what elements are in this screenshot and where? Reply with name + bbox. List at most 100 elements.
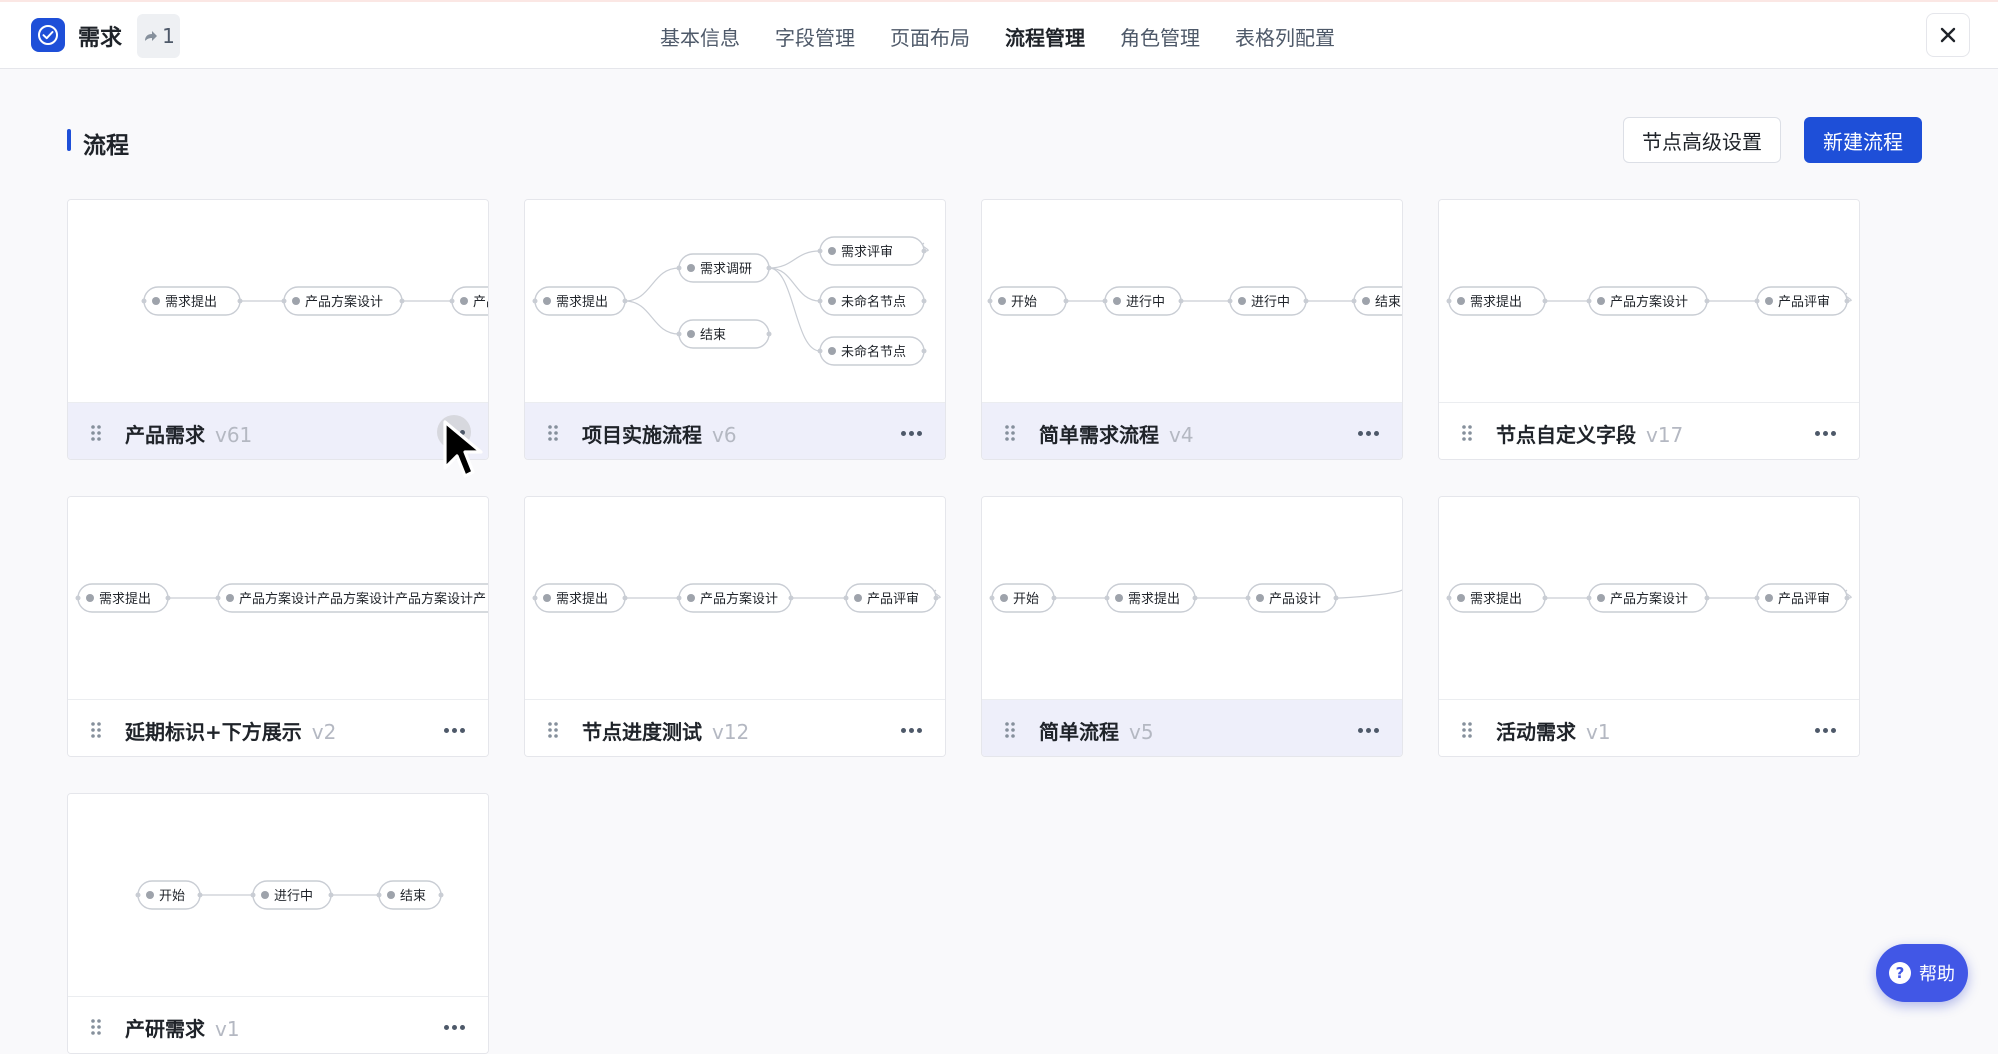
card-title: 简单需求流程 v4 — [1039, 419, 1194, 448]
drag-handle-icon[interactable] — [1004, 424, 1016, 446]
process-card[interactable]: 需求提出 产品方案设计 产品评审 活动需求 v1 — [1438, 496, 1860, 757]
more-options-icon[interactable] — [1351, 420, 1385, 446]
drag-handle-icon[interactable] — [1004, 721, 1016, 743]
flow-node: 需求提出 — [1446, 286, 1548, 316]
flow-node-port — [843, 595, 849, 601]
card-title: 简单流程 v5 — [1039, 716, 1154, 745]
flow-node-port — [1542, 595, 1548, 601]
more-options-icon[interactable] — [894, 717, 928, 743]
more-options-icon[interactable] — [1808, 717, 1842, 743]
flow-node-dot — [226, 594, 234, 602]
process-card[interactable]: 需求提出 产品方案设计 产品评审 节点进度测试 v12 — [524, 496, 946, 757]
process-card[interactable]: 需求提出 产品方案设计 产品评审节点自定义字段 v17 — [1438, 199, 1860, 460]
flow-preview: 需求提出 需求调研 结束 需求评审 未命名节点 未命名节点 — [525, 200, 945, 402]
flow-node-label: 结束 — [700, 328, 726, 343]
flow-node-label: 结束 — [1375, 295, 1401, 310]
tab-table-column-config[interactable]: 表格列配置 — [1235, 22, 1335, 51]
card-title: 项目实施流程 v6 — [582, 419, 737, 448]
flow-node-port — [921, 248, 927, 254]
flow-node: 产品方案设计 — [1586, 286, 1710, 316]
flow-node-dot — [152, 297, 160, 305]
more-options-icon[interactable] — [437, 1014, 471, 1040]
more-options-icon[interactable] — [437, 717, 471, 743]
process-card[interactable]: 需求提出 产品方案设计产品方案设计产品方案设计产延期标识+下方展示 v2 — [67, 496, 489, 757]
flow-node-dot — [1362, 297, 1370, 305]
process-name: 产研需求 — [125, 1017, 205, 1041]
flow-node-dot — [998, 297, 1006, 305]
process-card[interactable]: 需求提出 需求调研 结束 需求评审 未命名节点 未命名节点项目实施流程 v6 — [524, 199, 946, 460]
tab-page-layout[interactable]: 页面布局 — [890, 22, 970, 51]
flow-node-port — [449, 298, 455, 304]
flow-node-label: 产品方案设计 — [1610, 591, 1688, 607]
flow-diagram: 需求提出 产品方案设计产品方案设计产品方案设计产 — [75, 583, 488, 613]
flow-node-dot — [1457, 297, 1465, 305]
card-footer: 产品需求 v61 — [68, 402, 488, 459]
tab-field-management[interactable]: 字段管理 — [775, 22, 855, 51]
drag-handle-icon[interactable] — [1461, 424, 1473, 446]
flow-node-port — [438, 892, 444, 898]
flow-node-dot — [1765, 297, 1773, 305]
mouse-cursor-icon — [443, 420, 483, 478]
tab-basic-info[interactable]: 基本信息 — [660, 22, 740, 51]
share-badge[interactable]: 1 — [137, 14, 180, 58]
process-card[interactable]: 开始 进行中 结束 产研需求 v1 — [67, 793, 489, 1054]
process-name: 简单流程 — [1039, 720, 1119, 744]
tab-process-management[interactable]: 流程管理 — [1005, 22, 1085, 51]
flow-node-port — [1351, 298, 1357, 304]
flow-node-label: 需求提出 — [556, 294, 608, 310]
drag-handle-icon[interactable] — [1461, 721, 1473, 743]
flow-node: 开始 — [135, 880, 203, 910]
check-circle-icon — [38, 25, 58, 45]
flow-node-dot — [854, 594, 862, 602]
flow-node-port — [921, 348, 927, 354]
flow-node-port — [1542, 298, 1548, 304]
more-options-icon[interactable] — [1351, 717, 1385, 743]
flow-node-dot — [292, 297, 300, 305]
flow-node-port — [817, 248, 823, 254]
drag-handle-icon[interactable] — [90, 1018, 102, 1040]
flow-node-port — [1245, 595, 1251, 601]
new-process-button[interactable]: 新建流程 — [1804, 117, 1922, 163]
flow-node: 产品方案设计产品方案设计产品方案设计产 — [215, 583, 488, 613]
flow-node-port — [817, 298, 823, 304]
node-advanced-settings-button[interactable]: 节点高级设置 — [1623, 117, 1781, 163]
flow-node: 需求提出 — [1104, 583, 1198, 613]
flow-connector — [1335, 589, 1402, 599]
close-button[interactable] — [1926, 13, 1970, 57]
tab-role-management[interactable]: 角色管理 — [1120, 22, 1200, 51]
help-button[interactable]: ? 帮助 — [1876, 944, 1968, 1002]
flow-node-port — [376, 892, 382, 898]
flow-node-port — [1446, 595, 1452, 601]
more-options-icon[interactable] — [1808, 420, 1842, 446]
flow-node: 结束 — [376, 880, 444, 910]
flow-node: 产品设计 — [1245, 583, 1339, 613]
drag-handle-icon[interactable] — [547, 424, 559, 446]
process-card[interactable]: 需求提出 产品方案设计 产品评审产品需求 v61 — [67, 199, 489, 460]
flow-diagram: 需求提出 产品方案设计 产品评审 — [1446, 583, 1852, 613]
flow-node-port — [1051, 595, 1057, 601]
card-title: 节点自定义字段 v17 — [1496, 419, 1683, 448]
flow-node-port — [817, 348, 823, 354]
drag-handle-icon[interactable] — [90, 721, 102, 743]
flow-node-label: 产品方案设计 — [700, 591, 778, 607]
flow-node-label: 需求提出 — [1470, 294, 1522, 310]
flow-connector — [768, 250, 821, 269]
process-name: 延期标识+下方展示 — [125, 720, 302, 744]
flow-node-label: 产品评审 — [1778, 295, 1830, 310]
process-name: 产品需求 — [125, 423, 205, 447]
flow-node-port — [788, 595, 794, 601]
process-card[interactable]: 开始 进行中 进行中 结束简单需求流程 v4 — [981, 199, 1403, 460]
flow-node-dot — [543, 297, 551, 305]
flow-node: 产品方案设计 — [281, 286, 405, 316]
more-options-icon[interactable] — [894, 420, 928, 446]
flow-node-port — [135, 892, 141, 898]
flow-node: 结束 — [1351, 286, 1402, 316]
process-card[interactable]: 开始 需求提出 产品设计 简单流程 v5 — [981, 496, 1403, 757]
flow-diagram: 开始 进行中 进行中 结束 — [987, 286, 1402, 316]
card-footer: 延期标识+下方展示 v2 — [68, 699, 488, 756]
flow-connector — [624, 267, 680, 302]
flow-node-dot — [1256, 594, 1264, 602]
drag-handle-icon[interactable] — [90, 424, 102, 446]
drag-handle-icon[interactable] — [547, 721, 559, 743]
process-version: v6 — [712, 423, 737, 447]
